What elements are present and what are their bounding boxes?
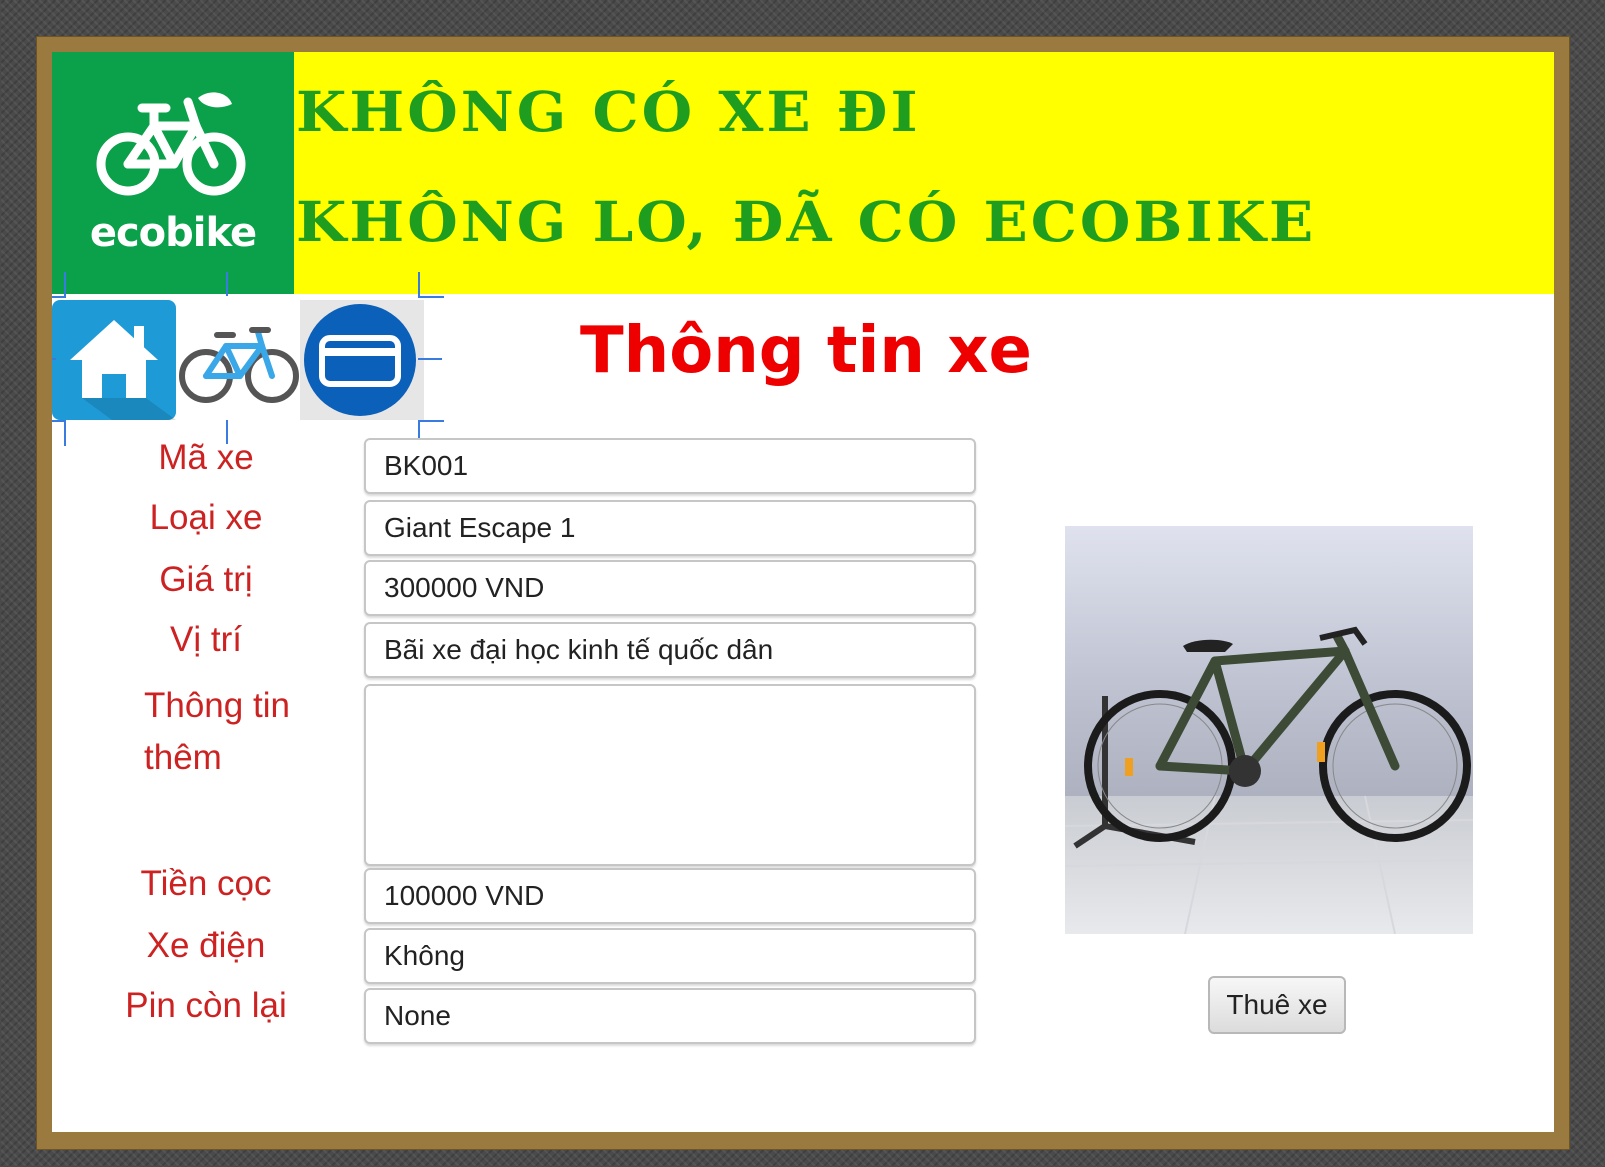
- slogan-line-1: KHÔNG CÓ XE ĐI: [296, 79, 921, 145]
- card-icon: [304, 304, 416, 416]
- selection-handle: [418, 272, 444, 298]
- electric-field[interactable]: Không: [364, 928, 976, 984]
- slogan-line-2: KHÔNG LO, ĐÃ CÓ ECOBIKE: [296, 189, 1317, 255]
- battery-field[interactable]: None: [364, 988, 976, 1044]
- selection-handle: [52, 420, 66, 446]
- bike-photo: [1065, 526, 1473, 934]
- logo-text: ecobike: [89, 210, 257, 256]
- value-field[interactable]: 300000 VND: [364, 560, 976, 616]
- selection-handle: [52, 272, 66, 298]
- extra-info-textarea[interactable]: [364, 684, 976, 866]
- deposit-field[interactable]: 100000 VND: [364, 868, 976, 924]
- label-extra-info: Thông tin thêm: [144, 686, 290, 777]
- ecobike-logo: ecobike: [52, 52, 294, 294]
- house-icon: [70, 320, 176, 420]
- payment-button[interactable]: [300, 300, 424, 420]
- label-deposit: Tiền cọc: [140, 864, 272, 903]
- selection-handle: [226, 272, 230, 296]
- app-window: ecobike KHÔNG CÓ XE ĐI KHÔNG LO, ĐÃ CÓ E…: [52, 52, 1554, 1132]
- location-field[interactable]: Bãi xe đại học kinh tế quốc dân: [364, 622, 976, 678]
- nav-toolbar: [52, 272, 444, 446]
- selection-handle: [52, 358, 56, 362]
- label-battery: Pin còn lại: [125, 986, 287, 1025]
- bike-button[interactable]: [176, 300, 300, 420]
- bike-type-field[interactable]: Giant Escape 1: [364, 500, 976, 556]
- header-banner: ecobike KHÔNG CÓ XE ĐI KHÔNG LO, ĐÃ CÓ E…: [52, 52, 1554, 294]
- page-title: Thông tin xe: [580, 314, 1032, 388]
- bike-id-field[interactable]: BK001: [364, 438, 976, 494]
- label-electric: Xe điện: [146, 926, 266, 965]
- selection-handle: [418, 358, 442, 362]
- rent-button[interactable]: Thuê xe: [1208, 976, 1346, 1034]
- bicycle-logo-icon: [96, 92, 246, 196]
- label-value: Giá trị: [159, 560, 253, 599]
- label-bike-id: Mã xe: [158, 438, 254, 477]
- bicycle-icon: [179, 327, 299, 403]
- label-location: Vị trí: [170, 620, 242, 659]
- home-button[interactable]: [52, 300, 176, 420]
- label-bike-type: Loại xe: [149, 498, 263, 537]
